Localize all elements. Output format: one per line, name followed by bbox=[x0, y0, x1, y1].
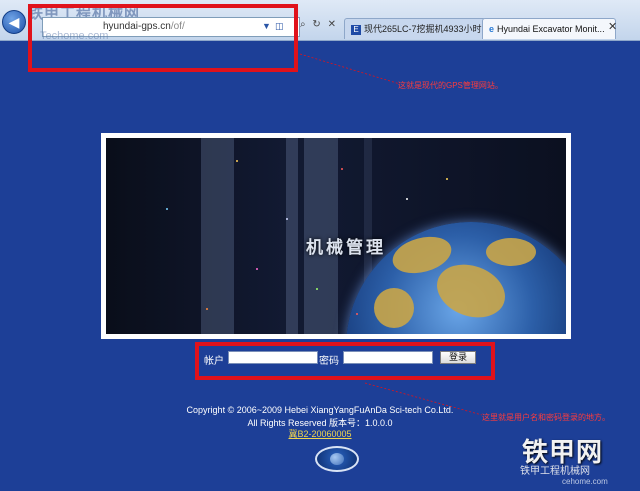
watermark-sub: 铁甲工程机械网 bbox=[520, 466, 590, 477]
login-annotation: 这里就是用户名和密码登录的地方。 bbox=[482, 413, 610, 422]
icp-line: 冀B2-20060005 bbox=[150, 427, 490, 440]
banner-image: 机械管理 bbox=[106, 138, 566, 334]
banner-frame: 机械管理 bbox=[101, 133, 571, 339]
password-input[interactable] bbox=[343, 351, 433, 364]
login-button[interactable]: 登录 bbox=[440, 351, 476, 364]
icp-link[interactable]: 冀B2-20060005 bbox=[288, 429, 351, 439]
username-input[interactable] bbox=[228, 351, 318, 364]
copyright-text: Copyright © 2006~2009 Hebei XiangYangFuA… bbox=[186, 405, 454, 415]
watermark-url: cehome.com bbox=[562, 477, 608, 486]
username-label: 帐户 bbox=[204, 356, 224, 367]
address-annotation: 这就是现代的GPS管理网站。 bbox=[398, 81, 503, 90]
company-logo-icon bbox=[315, 446, 359, 472]
password-label: 密码 bbox=[319, 356, 339, 367]
banner-title: 机械管理 bbox=[306, 238, 386, 257]
